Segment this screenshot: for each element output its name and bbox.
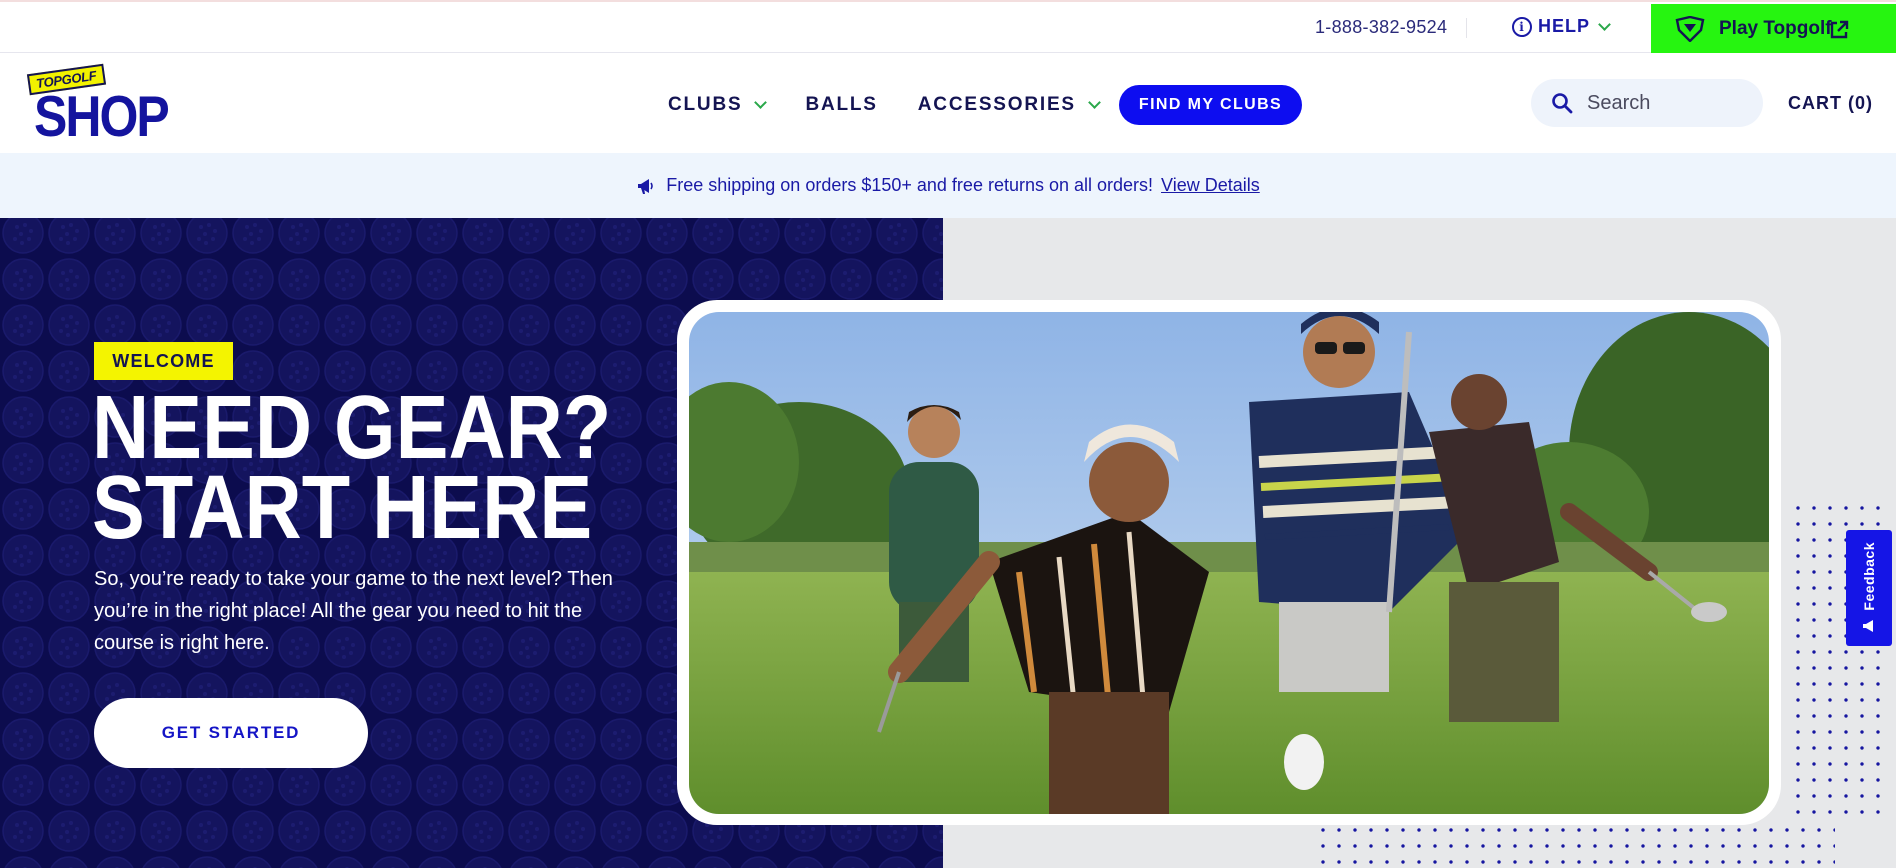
megaphone-icon [638,178,654,194]
chevron-down-icon [754,96,768,109]
nav-item-clubs[interactable]: CLUBS [668,94,768,116]
decorative-dots [1315,822,1835,868]
primary-nav: CLUBS BALLS ACCESSORIES FIND MY CLUBS [668,85,1303,125]
search-icon [1552,93,1573,114]
play-topgolf-button[interactable]: Play Topgolf [1651,4,1896,54]
view-details-link[interactable]: View Details [1161,175,1260,196]
topgolf-shop-logo[interactable]: TOPGOLF SHOP [26,63,170,149]
promo-text: Free shipping on orders $150+ and free r… [666,175,1154,195]
phone-number-link[interactable]: 1-888-382-9524 [1315,17,1447,38]
hero-title-line: NEED GEAR? [92,378,612,478]
hero-photo [689,312,1769,814]
welcome-tag: WELCOME [94,342,233,380]
utility-divider [1466,18,1467,38]
utility-bar: 1-888-382-9524 i HELP Play Topgolf [0,0,1896,54]
nav-item-balls[interactable]: BALLS [805,94,877,116]
feedback-tab[interactable]: Feedback [1846,530,1892,646]
external-link-icon [1830,20,1849,39]
topgolf-shield-icon [1675,16,1705,42]
help-label: HELP [1538,16,1591,36]
hero-body-text: So, you’re ready to take your game to th… [94,568,613,654]
feedback-label: Feedback [1861,541,1877,611]
promo-banner: Free shipping on orders $150+ and free r… [0,153,1896,218]
golfers-photo-illustration [689,312,1769,814]
logo-shop-text: SHOP [34,84,170,149]
nav-accessories-label: ACCESSORIES [917,94,1076,115]
search-box[interactable] [1531,79,1763,127]
chevron-down-icon [1598,17,1611,31]
find-my-clubs-button[interactable]: FIND MY CLUBS [1118,85,1303,125]
help-menu-button[interactable]: i HELP [1512,16,1611,37]
megaphone-icon [1863,620,1873,633]
info-icon: i [1512,16,1532,37]
nav-item-accessories[interactable]: ACCESSORIES [917,94,1101,116]
get-started-button[interactable]: GET STARTED [94,698,368,768]
hero-title-line: START HERE [92,458,593,558]
hero-title: NEED GEAR? START HERE [92,378,620,558]
cart-link[interactable]: CART (0) [1788,93,1873,114]
search-input[interactable] [1587,91,1747,115]
play-topgolf-label: Play Topgolf [1719,18,1832,39]
nav-clubs-label: CLUBS [668,94,743,115]
main-header: TOPGOLF SHOP CLUBS BALLS ACCESSORIES FIN… [0,53,1896,153]
nav-balls-label: BALLS [805,94,878,115]
chevron-down-icon [1088,96,1101,109]
